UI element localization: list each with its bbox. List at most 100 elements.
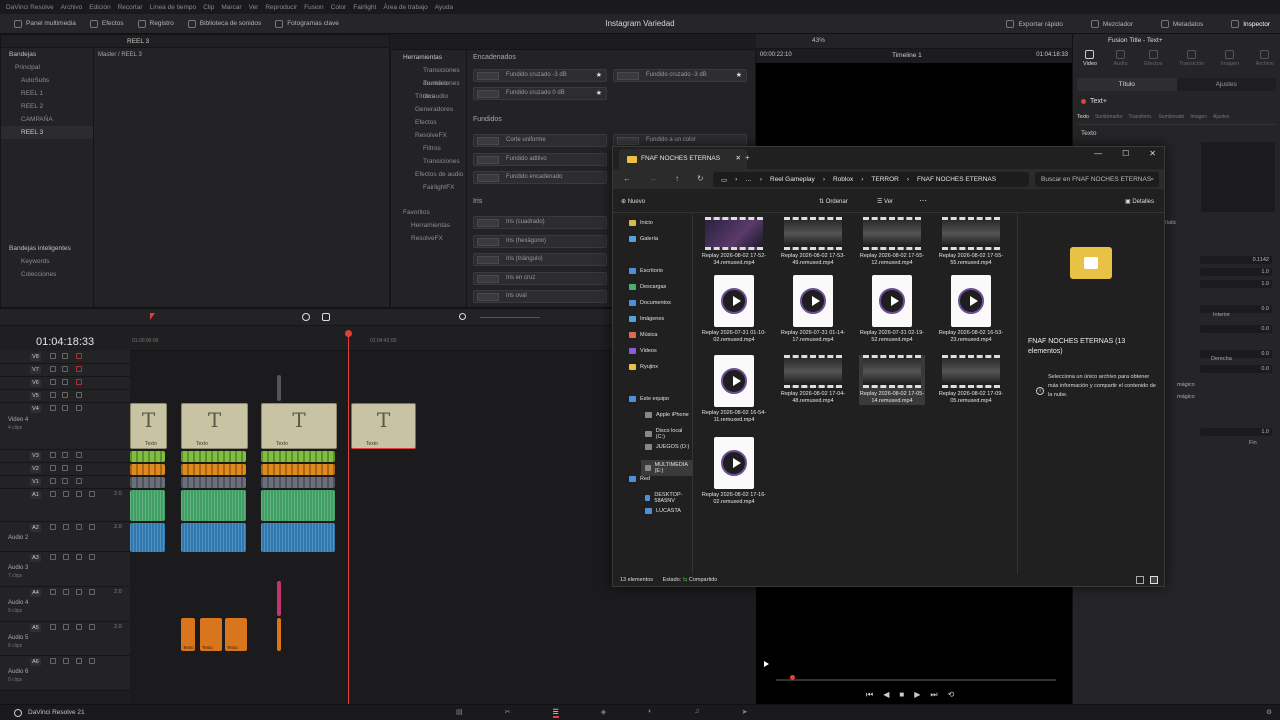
- explorer-tab[interactable]: FNAF NOCHES ETERNAS ✕: [619, 149, 747, 169]
- audio-clip[interactable]: [261, 523, 335, 552]
- selection-tool-icon[interactable]: [150, 313, 155, 320]
- smart-bin-item[interactable]: Keywords: [1, 255, 93, 268]
- track-id[interactable]: A1: [30, 491, 41, 499]
- inspector-tab[interactable]: Archivo: [1256, 50, 1274, 72]
- lock-icon[interactable]: [50, 405, 56, 411]
- inspector-tab[interactable]: Imagen: [1221, 50, 1239, 72]
- monitor-icon[interactable]: [76, 353, 82, 359]
- text-edit-box[interactable]: [1201, 142, 1275, 212]
- file-item[interactable]: Replay 2026-08-02 17-16-02.remuxed.mp4: [701, 437, 767, 506]
- lock-icon[interactable]: [50, 524, 56, 530]
- snap-icon[interactable]: [302, 313, 310, 321]
- minimize-icon[interactable]: —: [1094, 149, 1102, 158]
- node-tab[interactable]: Sombreador: [1095, 114, 1123, 124]
- effects-category[interactable]: Filtros: [403, 142, 466, 155]
- video-clip[interactable]: [181, 451, 246, 462]
- monitor-icon[interactable]: [76, 392, 82, 398]
- mute-icon[interactable]: [89, 554, 95, 560]
- stop-icon[interactable]: ■: [899, 690, 904, 700]
- viewer-timeline-name[interactable]: Timeline 1: [892, 52, 922, 59]
- effect-card[interactable]: Iris en cruz: [473, 272, 607, 285]
- video-clip[interactable]: [261, 477, 335, 488]
- nav-item[interactable]: Descargas: [629, 284, 666, 290]
- subtab-title[interactable]: Título: [1077, 78, 1177, 91]
- track-id[interactable]: V8: [30, 353, 41, 361]
- mute-icon[interactable]: [89, 491, 95, 497]
- video-clip[interactable]: [130, 477, 165, 488]
- inspector-value[interactable]: 0.1142: [1200, 256, 1272, 264]
- audio-clip[interactable]: [181, 523, 246, 552]
- file-item[interactable]: Replay 2026-08-02 17-09-05.remuxed.mp4: [938, 355, 1004, 405]
- nav-item[interactable]: Red: [629, 476, 650, 482]
- text-clip[interactable]: T Texto: [261, 403, 337, 449]
- solo-icon[interactable]: [76, 658, 82, 664]
- mute-icon[interactable]: [89, 589, 95, 595]
- menu-item[interactable]: Edición: [89, 4, 110, 11]
- track-id[interactable]: V7: [30, 366, 41, 374]
- file-item[interactable]: Replay 2026-08-02 17-52-34.remuxed.mp4: [701, 217, 767, 267]
- file-item[interactable]: Replay 2026-08-02 16-53-23.remuxed.mp4: [938, 275, 1004, 344]
- nav-item[interactable]: Galería: [629, 236, 658, 242]
- inspector-tab[interactable]: Audio: [1114, 50, 1128, 72]
- viewer-scrubber[interactable]: [776, 679, 1056, 681]
- audio-clip[interactable]: [277, 581, 281, 616]
- file-item[interactable]: Replay 2026-08-02 17-04-48.remuxed.mp4: [780, 355, 846, 405]
- file-item[interactable]: Replay 2026-07-31 01-14-17.remuxed.mp4: [780, 275, 846, 344]
- effects-category[interactable]: Efectos: [403, 116, 466, 129]
- nav-item[interactable]: Escritorio: [629, 268, 663, 274]
- inspector-value[interactable]: 1.0: [1200, 268, 1272, 276]
- lock-icon[interactable]: [50, 465, 56, 471]
- lock-icon[interactable]: [50, 478, 56, 484]
- new-tab-icon[interactable]: +: [745, 153, 750, 162]
- effects-category[interactable]: ResolveFX: [403, 129, 466, 142]
- node-tab[interactable]: Ajustes: [1213, 114, 1229, 124]
- effect-card[interactable]: Fundido cruzado -3 dB ★: [613, 69, 747, 82]
- text-clip[interactable]: T Texto: [351, 403, 416, 449]
- track-id[interactable]: A4: [30, 589, 41, 597]
- solo-icon[interactable]: [76, 524, 82, 530]
- menu-item[interactable]: Ayuda: [435, 4, 453, 11]
- loop-icon[interactable]: ⟲: [948, 690, 955, 700]
- details-view-icon[interactable]: [1136, 576, 1144, 584]
- close-icon[interactable]: ✕: [1149, 149, 1156, 158]
- inspector-value[interactable]: 1.0: [1200, 428, 1272, 436]
- effects-header[interactable]: Herramientas: [403, 51, 466, 64]
- track-id[interactable]: A5: [30, 624, 41, 632]
- link-icon[interactable]: [322, 313, 330, 321]
- up-icon[interactable]: ↑: [675, 174, 679, 183]
- breadcrumb-item[interactable]: FNAF NOCHES ETERNAS: [917, 176, 996, 183]
- playhead-handle[interactable]: [345, 330, 352, 337]
- toolbar-quick-export[interactable]: Exportar rápido: [1006, 20, 1063, 28]
- eye-icon[interactable]: [62, 353, 68, 359]
- track-id[interactable]: A3: [30, 554, 41, 562]
- nav-item[interactable]: Música: [629, 332, 657, 338]
- lock-icon[interactable]: [50, 589, 56, 595]
- subtab-settings[interactable]: Ajustes: [1177, 78, 1277, 91]
- effect-card[interactable]: Iris (hexágono): [473, 235, 607, 248]
- inspector-tab[interactable]: Transición: [1179, 50, 1204, 72]
- audio-clip[interactable]: [130, 490, 165, 521]
- file-item[interactable]: Replay 2026-08-02 17-53-49.remuxed.mp4: [780, 217, 846, 267]
- media-page-icon[interactable]: ▤: [456, 708, 463, 718]
- track-id[interactable]: V3: [30, 452, 41, 460]
- bin-item[interactable]: REEL 1: [1, 87, 93, 100]
- eye-icon[interactable]: [63, 658, 69, 664]
- eye-icon[interactable]: [62, 366, 68, 372]
- effects-category[interactable]: Transiciones de audio: [403, 77, 466, 100]
- play-icon[interactable]: ▶: [914, 690, 920, 700]
- effects-category[interactable]: Transiciones: [403, 155, 466, 168]
- deliver-page-icon[interactable]: ➤: [742, 708, 748, 718]
- nav-item[interactable]: LUCASTA: [645, 508, 681, 514]
- zoom-icon[interactable]: [459, 313, 466, 320]
- effects-category[interactable]: Efectos de audio: [403, 168, 466, 181]
- bin-item[interactable]: CAMPAÑA: [1, 113, 93, 126]
- back-icon[interactable]: ←: [623, 174, 631, 183]
- favorites-item[interactable]: ResolveFX: [403, 232, 466, 245]
- fusion-page-icon[interactable]: ◈: [601, 708, 606, 718]
- nav-item[interactable]: Imágenes: [629, 316, 664, 322]
- lock-icon[interactable]: [50, 353, 56, 359]
- solo-icon[interactable]: [76, 554, 82, 560]
- menu-item[interactable]: Área de trabajo: [383, 4, 427, 11]
- eye-icon[interactable]: [62, 452, 68, 458]
- eye-icon[interactable]: [63, 589, 69, 595]
